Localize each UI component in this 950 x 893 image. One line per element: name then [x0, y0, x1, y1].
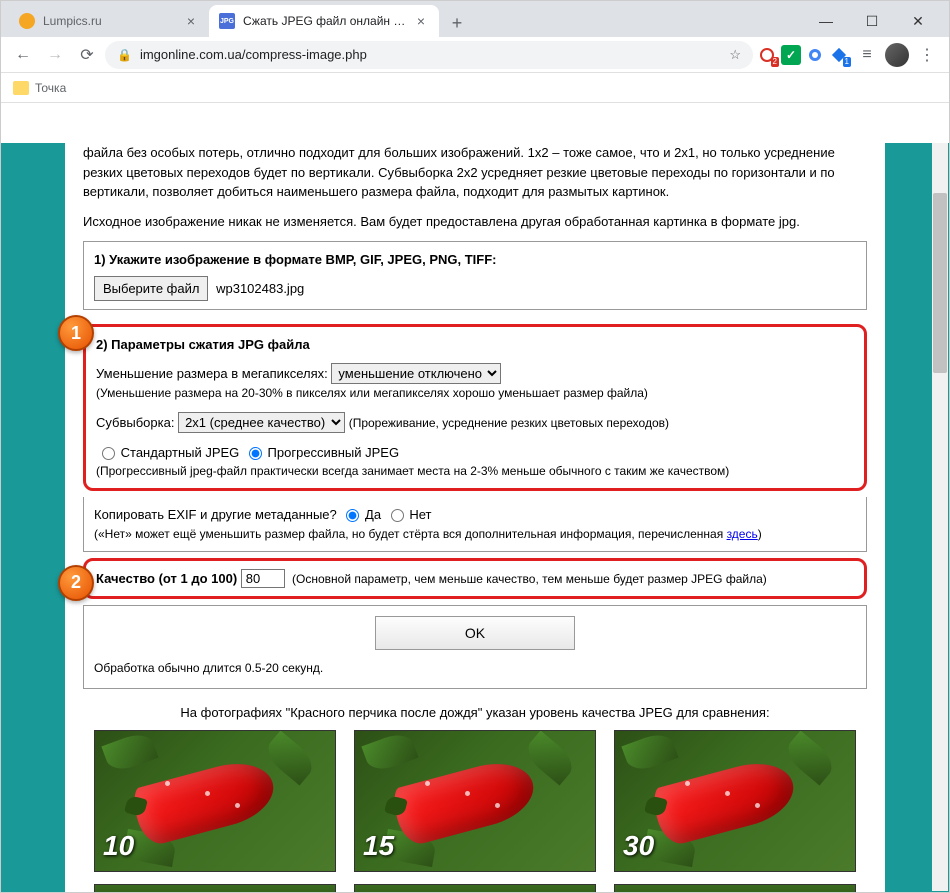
step1-box: 1) Укажите изображение в формате BMP, GI… — [83, 241, 867, 310]
close-tab-icon[interactable]: × — [183, 13, 199, 29]
quality-label: Качество (от 1 до 100) — [96, 571, 237, 586]
extension-cube-icon[interactable]: 1 — [829, 45, 849, 65]
profile-avatar[interactable] — [885, 43, 909, 67]
tab-title: Lumpics.ru — [43, 14, 179, 28]
jpeg-progressive-radio[interactable] — [249, 447, 262, 460]
badge: 2 — [771, 57, 779, 67]
subsample-label: Субвыборка: — [96, 415, 174, 430]
samples-title: На фотографиях "Красного перчика после д… — [83, 703, 867, 723]
sample-image: 15 — [354, 730, 596, 872]
annotation-marker-1: 1 — [58, 315, 94, 351]
jpeg-standard-radio[interactable] — [102, 447, 115, 460]
tab-title: Сжать JPEG файл онлайн - IMG — [243, 14, 409, 28]
reload-button[interactable]: ⟳ — [73, 41, 101, 69]
exif-here-link[interactable]: здесь — [727, 527, 758, 541]
folder-icon — [13, 81, 29, 95]
step2-box: 1 2) Параметры сжатия JPG файла Уменьшен… — [83, 324, 867, 491]
step2-label: 2) Параметры сжатия JPG файла — [96, 337, 310, 352]
page-viewport: файла без особых потерь, отлично подходи… — [1, 143, 949, 892]
scrollbar[interactable] — [932, 143, 948, 891]
exif-note-b: ) — [758, 527, 762, 541]
sample-image: 10 — [94, 730, 336, 872]
address-bar: ← → ⟳ 🔒 imgonline.com.ua/compress-image.… — [1, 37, 949, 73]
omnibox[interactable]: 🔒 imgonline.com.ua/compress-image.php ☆ — [105, 41, 753, 69]
intro-text-2: Исходное изображение никак не изменяется… — [83, 212, 867, 232]
subsample-select[interactable]: 2x1 (среднее качество) — [178, 412, 345, 433]
step1-label: 1) Укажите изображение в формате BMP, GI… — [94, 252, 497, 267]
url-text: imgonline.com.ua/compress-image.php — [140, 47, 721, 62]
page-content: файла без особых потерь, отлично подходи… — [65, 143, 885, 892]
favicon-icon — [19, 13, 35, 29]
annotation-marker-2: 2 — [58, 565, 94, 601]
choose-file-button[interactable]: Выберите файл — [94, 276, 208, 302]
jpeg-note: (Прогрессивный jpeg-файл практически все… — [96, 462, 854, 480]
quality-note: (Основной параметр, чем меньше качество,… — [292, 572, 767, 586]
bookmark-item[interactable]: Точка — [35, 81, 66, 95]
extension-check-icon[interactable]: ✓ — [781, 45, 801, 65]
samples-row-2 — [83, 884, 867, 892]
jpeg-standard-label: Стандартный JPEG — [121, 445, 240, 460]
samples-row: 10 15 30 — [83, 730, 867, 872]
maximize-button[interactable]: ☐ — [849, 5, 895, 37]
scroll-thumb[interactable] — [933, 193, 947, 373]
submit-box: OK Обработка обычно длится 0.5-20 секунд… — [83, 605, 867, 689]
minimize-button[interactable]: — — [803, 5, 849, 37]
jpeg-progressive-label: Прогрессивный JPEG — [268, 445, 400, 460]
exif-yes-radio[interactable] — [346, 509, 359, 522]
new-tab-button[interactable]: + — [443, 9, 471, 37]
browser-window: Lumpics.ru × JPG Сжать JPEG файл онлайн … — [0, 0, 950, 893]
sample-image — [614, 884, 856, 892]
subsample-note: (Прореживание, усреднение резких цветовы… — [349, 416, 669, 430]
extension-icon[interactable]: 2 — [757, 45, 777, 65]
megapixel-note: (Уменьшение размера на 20-30% в пикселях… — [96, 384, 854, 402]
quality-badge: 15 — [363, 825, 394, 867]
exif-no-label: Нет — [409, 507, 431, 522]
ok-button[interactable]: OK — [375, 616, 575, 650]
close-tab-icon[interactable]: × — [413, 13, 429, 29]
back-button[interactable]: ← — [9, 41, 37, 69]
favicon-icon: JPG — [219, 13, 235, 29]
exif-no-radio[interactable] — [391, 509, 404, 522]
close-window-button[interactable]: ✕ — [895, 5, 941, 37]
tab-lumpics[interactable]: Lumpics.ru × — [9, 5, 209, 37]
bookmarks-bar: Точка — [1, 73, 949, 103]
sample-image: 30 — [614, 730, 856, 872]
bookmark-star-icon[interactable]: ☆ — [729, 47, 741, 63]
sample-image — [94, 884, 336, 892]
sample-image — [354, 884, 596, 892]
exif-note-a: («Нет» может ещё уменьшить размер файла,… — [94, 527, 727, 541]
quality-badge: 10 — [103, 825, 134, 867]
exif-box: Копировать EXIF и другие метаданные? Да … — [83, 497, 867, 552]
forward-button[interactable]: → — [41, 41, 69, 69]
quality-input[interactable] — [241, 569, 285, 588]
quality-badge: 30 — [623, 825, 654, 867]
megapixel-select[interactable]: уменьшение отключено — [331, 363, 501, 384]
quality-box: 2 Качество (от 1 до 100) (Основной парам… — [83, 558, 867, 600]
intro-text: файла без особых потерь, отлично подходи… — [83, 143, 867, 202]
megapixel-label: Уменьшение размера в мегапикселях: — [96, 366, 328, 381]
lock-icon: 🔒 — [117, 48, 132, 62]
exif-yes-label: Да — [365, 507, 381, 522]
reading-list-icon[interactable]: ≡ — [853, 41, 881, 69]
menu-button[interactable]: ⋮ — [913, 41, 941, 69]
extension-icon[interactable] — [805, 45, 825, 65]
file-name: wp3102483.jpg — [216, 281, 304, 296]
tab-imgonline[interactable]: JPG Сжать JPEG файл онлайн - IMG × — [209, 5, 439, 37]
exif-label: Копировать EXIF и другие метаданные? — [94, 507, 337, 522]
tab-strip: Lumpics.ru × JPG Сжать JPEG файл онлайн … — [1, 1, 949, 37]
ok-note: Обработка обычно длится 0.5-20 секунд. — [94, 661, 323, 675]
